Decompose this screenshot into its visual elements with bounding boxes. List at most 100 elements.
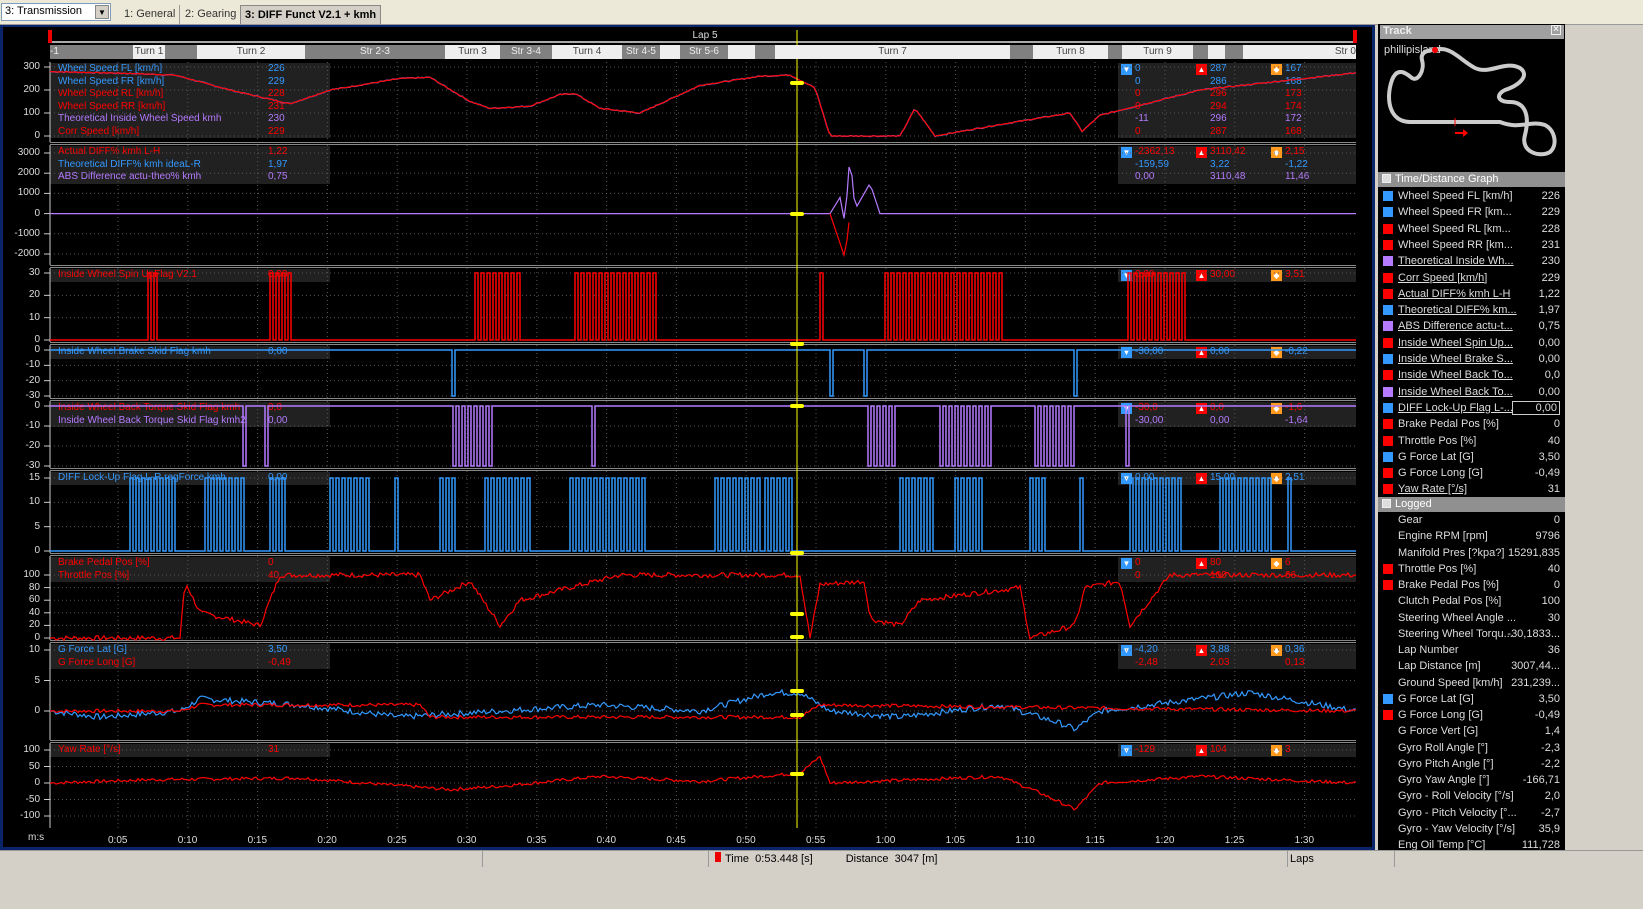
sector-segment[interactable]: [1225, 45, 1243, 59]
logged-list-item[interactable]: Steering Wheel Torqu... -30,1833...: [1380, 626, 1564, 642]
color-swatch: [1383, 563, 1393, 574]
logged-list-item[interactable]: Lap Number 36: [1380, 642, 1564, 658]
channel-list-item[interactable]: Inside Wheel Brake S... 0,00: [1380, 351, 1564, 367]
channel-value: 1,4: [1544, 725, 1560, 738]
track-title: Track: [1383, 25, 1412, 37]
sector-segment[interactable]: [1208, 45, 1225, 59]
sector-segment[interactable]: Str 4-5: [622, 45, 660, 59]
sector-segment[interactable]: [728, 45, 755, 59]
cursor-marker: [790, 772, 804, 776]
sector-segment[interactable]: [755, 45, 775, 59]
cursor-marker: [790, 713, 804, 717]
channel-list-item[interactable]: ABS Difference actu-t... 0,75: [1380, 318, 1564, 334]
sector-segment[interactable]: Turn 3: [445, 45, 500, 59]
channel-list-item[interactable]: Theoretical DIFF% km... 1,97: [1380, 302, 1564, 318]
channel-list-item[interactable]: Inside Wheel Spin Up... 0,00: [1380, 335, 1564, 351]
time-distance-header[interactable]: Time/Distance Graph: [1378, 172, 1565, 187]
logged-list-item[interactable]: Gyro - Yaw Velocity [°/s] 35,9: [1380, 821, 1564, 837]
channel-name: Yaw Rate [°/s]: [1398, 483, 1467, 496]
channel-value: 3,50: [1538, 450, 1560, 463]
sector-segment[interactable]: [165, 45, 197, 59]
sector-segment[interactable]: -1: [50, 45, 133, 59]
x-tick-label: 0:20: [317, 835, 337, 846]
sector-segment[interactable]: Turn 2: [197, 45, 305, 59]
channel-list-item[interactable]: Wheel Speed FL [km/h] 226: [1380, 188, 1564, 204]
channel-list-item[interactable]: DIFF Lock-Up Flag L-... 0,00: [1380, 400, 1564, 416]
logged-list-item[interactable]: G Force Vert [G] 1,4: [1380, 723, 1564, 739]
logged-list-item[interactable]: Gyro - Pitch Velocity [°... -2,7: [1380, 805, 1564, 821]
tab-3[interactable]: 3: DIFF Funct V2.1 + kmh: [240, 5, 382, 24]
time-label: Time: [725, 853, 750, 865]
sector-segment[interactable]: Turn 7: [775, 45, 1010, 59]
channel-value: 35,9: [1538, 822, 1560, 835]
channel-value: 40: [1547, 434, 1560, 447]
sector-segment[interactable]: Str 0: [1263, 45, 1356, 59]
logged-list-item[interactable]: G Force Long [G] -0,49: [1380, 707, 1564, 723]
color-swatch: [1383, 435, 1393, 446]
sector-segment[interactable]: Turn 1: [133, 45, 165, 59]
channel-name: G Force Vert [G]: [1398, 725, 1479, 738]
sector-segment[interactable]: [1193, 45, 1208, 59]
channel-list-item[interactable]: G Force Long [G] -0,49: [1380, 465, 1564, 481]
channel-list-item[interactable]: Inside Wheel Back To... 0,00: [1380, 384, 1564, 400]
logged-list-item[interactable]: Throttle Pos [%] 40: [1380, 561, 1564, 577]
sector-segment[interactable]: Str 2-3: [305, 45, 445, 59]
channel-list-item[interactable]: G Force Lat [G] 3,50: [1380, 449, 1564, 465]
sector-segment[interactable]: [1010, 45, 1033, 59]
x-tick-label: 0:25: [387, 835, 407, 846]
channel-name: Inside Wheel Back To...: [1398, 369, 1513, 382]
x-tick-label: 1:05: [945, 835, 966, 846]
sector-segment[interactable]: Turn 8: [1033, 45, 1108, 59]
logged-list-item[interactable]: Lap Distance [m] 3007,44...: [1380, 658, 1564, 674]
logged-list-item[interactable]: Gyro Pitch Angle [°] -2,2: [1380, 756, 1564, 772]
x-tick-label: 0:05: [108, 835, 128, 846]
channel-list-item[interactable]: Brake Pedal Pos [%] 0: [1380, 416, 1564, 432]
sector-segment[interactable]: Str 5-6: [680, 45, 728, 59]
color-swatch: [1383, 305, 1393, 316]
logged-list-item[interactable]: Gyro Roll Angle [°] -2,3: [1380, 740, 1564, 756]
logged-list-item[interactable]: Gyro - Roll Velocity [°/s] 2,0: [1380, 788, 1564, 804]
track-outline: [1387, 47, 1557, 157]
tab-1[interactable]: 1: General: [120, 5, 181, 24]
close-icon[interactable]: ×: [1551, 25, 1561, 35]
logged-list-item[interactable]: G Force Lat [G] 3,50: [1380, 691, 1564, 707]
status-time-distance: Time 0:53.448 [s] Distance 3047 [m]: [708, 851, 1286, 867]
channel-list-item[interactable]: Corr Speed [km/h] 229: [1380, 270, 1564, 286]
color-swatch: [1383, 468, 1393, 479]
sector-segment[interactable]: Turn 9: [1122, 45, 1193, 59]
logged-list-item[interactable]: Gyro Yaw Angle [°] -166,71: [1380, 772, 1564, 788]
x-tick-label: 0:10: [177, 835, 198, 846]
channel-value: 9796: [1535, 530, 1560, 543]
tab-2[interactable]: 2: Gearing: [181, 5, 242, 24]
spin-flag-trace: [50, 272, 1356, 341]
logged-list-item[interactable]: Engine RPM [rpm] 9796: [1380, 528, 1564, 544]
channel-list-item[interactable]: Yaw Rate [°/s] 31: [1380, 481, 1564, 497]
channel-value: 30: [1547, 611, 1560, 624]
channel-list-item[interactable]: Throttle Pos [%] 40: [1380, 433, 1564, 449]
channel-list-item[interactable]: Inside Wheel Back To... 0,0: [1380, 367, 1564, 383]
channel-name: Ground Speed [km/h]: [1398, 676, 1503, 689]
channel-list-item[interactable]: Wheel Speed FR [km... 229: [1380, 204, 1564, 220]
diff-trace: [50, 166, 1356, 219]
channel-list-item[interactable]: Theoretical Inside Wh... 230: [1380, 253, 1564, 269]
channel-list-item[interactable]: Wheel Speed RL [km... 228: [1380, 221, 1564, 237]
sector-segment[interactable]: [660, 45, 680, 59]
logged-list-item[interactable]: Steering Wheel Angle ... 30: [1380, 610, 1564, 626]
logged-list-item[interactable]: Manifold Pres [?kpa?] 15291,835: [1380, 545, 1564, 561]
channel-value: 100: [1541, 595, 1560, 608]
channel-value: -0,49: [1534, 467, 1560, 480]
channel-list-item[interactable]: Actual DIFF% kmh L-H 1,22: [1380, 286, 1564, 302]
channel-list-item[interactable]: Wheel Speed RR [km... 231: [1380, 237, 1564, 253]
logged-list-item[interactable]: Ground Speed [km/h] 231,239...: [1380, 675, 1564, 691]
sector-segment[interactable]: Str 3-4: [500, 45, 552, 59]
logged-list-item[interactable]: Clutch Pedal Pos [%] 100: [1380, 593, 1564, 609]
collapse-icon[interactable]: [1382, 499, 1391, 508]
sector-segment[interactable]: Turn 4: [552, 45, 622, 59]
collapse-icon[interactable]: [1382, 174, 1391, 183]
track-map[interactable]: [1380, 40, 1564, 168]
logged-list-item[interactable]: Brake Pedal Pos [%] 0: [1380, 577, 1564, 593]
sector-segment[interactable]: [1108, 45, 1122, 59]
sector-segment[interactable]: [1243, 45, 1263, 59]
logged-list-item[interactable]: Gear 0: [1380, 512, 1564, 528]
logged-header[interactable]: Logged: [1378, 497, 1565, 512]
